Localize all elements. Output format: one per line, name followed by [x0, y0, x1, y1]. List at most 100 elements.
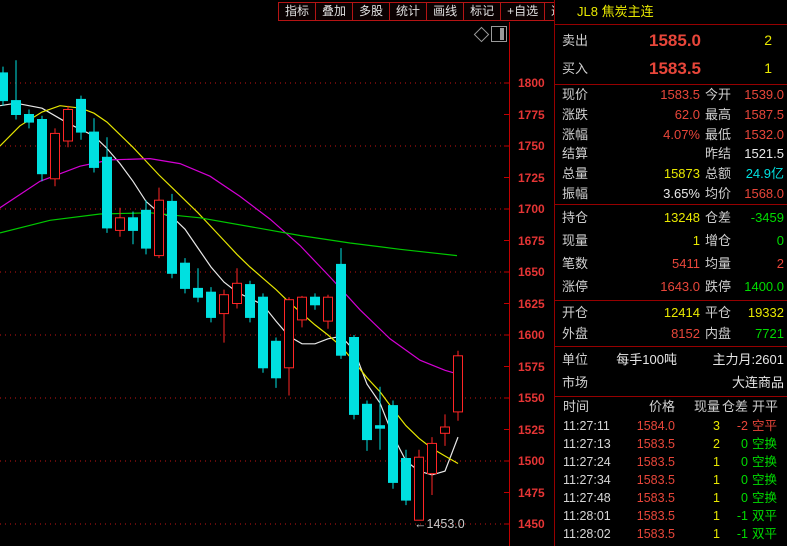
candle-body — [427, 442, 437, 475]
candle-body — [349, 337, 359, 415]
candle-body — [102, 156, 112, 229]
tick-header: 价格 — [648, 399, 675, 414]
tick-list: 时间 价格 现量 仓差 开平 11:27:11 1584.0 3 -2 空平 11:27:13 158… — [555, 396, 787, 543]
value: 8152 — [671, 326, 700, 341]
value: 13248 — [663, 210, 700, 225]
bid-row: 买入 1583.5 1 — [555, 55, 787, 82]
label: 涨停 — [562, 279, 589, 294]
toolbar-button-2[interactable]: 叠加 — [315, 2, 354, 21]
tick-position-change: -2 — [736, 419, 748, 433]
tick-row: 11:28:02 1583.5 1 -1 双平 — [555, 525, 787, 543]
value: 12414 — [663, 305, 700, 320]
toolbar-button-5[interactable]: 画线 — [426, 2, 465, 21]
tick-direction: 双平 — [752, 527, 778, 541]
candle-body — [0, 72, 8, 102]
tick-volume: 2 — [713, 437, 720, 451]
quote-row: 开仓 12414 平仓 19332 — [555, 303, 787, 322]
open-close-section: 开仓 12414 平仓 19332 外盘 8152 内盘 7721 — [555, 302, 787, 344]
candle-body — [258, 296, 268, 369]
axis-label: 1700 — [518, 202, 545, 216]
candle-body — [193, 287, 203, 298]
tick-position-change: -1 — [736, 527, 748, 541]
label: 市场 — [562, 375, 589, 390]
candle-body — [232, 282, 242, 304]
label: 最低 — [705, 126, 732, 142]
quote-row: 结算 昨结 1521.5 — [555, 144, 787, 163]
toolbar-button-3[interactable]: 多股 — [352, 2, 391, 21]
value: 每手100吨 — [616, 352, 677, 367]
tick-row: 11:27:24 1583.5 1 0 空换 — [555, 453, 787, 471]
divider — [555, 204, 787, 205]
tick-row: 11:27:34 1583.5 1 0 空换 — [555, 471, 787, 489]
axis-label: 1575 — [518, 359, 545, 374]
candle-body — [24, 114, 34, 123]
tick-header: 时间 — [563, 399, 590, 414]
quote-panel: JL8 焦炭主连 卖出 1585.0 2 买入 1583.5 1 现价 1583.5 今开 15… — [555, 0, 787, 546]
tick-row: 11:27:48 1583.5 1 0 空换 — [555, 489, 787, 507]
candle-body — [336, 263, 346, 356]
candle-body — [219, 294, 229, 315]
candle-body — [453, 355, 463, 413]
label: 开仓 — [562, 305, 589, 320]
axis-label: 1750 — [518, 139, 545, 153]
tick-time: 11:28:02 — [563, 527, 611, 541]
toolbar-button-7[interactable]: +自选 — [500, 2, 546, 21]
candle-body — [401, 458, 411, 501]
candle-body — [271, 340, 281, 379]
label: 均量 — [705, 256, 732, 271]
tick-price: 1584.0 — [636, 419, 675, 433]
futures-trading-app: { "palette": { "background": "#000000", … — [0, 0, 787, 546]
volume: 1 — [764, 59, 772, 76]
value: 7721 — [755, 326, 784, 341]
quote-row: 笔数 5411 均量 2 — [555, 254, 787, 273]
value: 1568.0 — [744, 185, 784, 201]
axis-label: 1550 — [518, 391, 545, 405]
toolbar-button-6[interactable]: 标记 — [463, 2, 502, 21]
label: 今开 — [705, 87, 732, 103]
tick-header: 开平 — [752, 399, 779, 414]
tick-volume: 1 — [713, 491, 720, 505]
tick-price: 1583.5 — [636, 473, 675, 487]
kline-chart[interactable]: ←1453.0 — [0, 22, 509, 546]
value: 大连商品 — [731, 375, 784, 390]
tick-header: 现量 — [693, 399, 720, 414]
tick-direction: 双平 — [752, 509, 778, 523]
value: 24.9亿 — [745, 165, 784, 181]
tick-header: 仓差 — [721, 399, 748, 414]
info-row: 市场 大连商品 — [555, 373, 787, 392]
tick-price: 1583.5 — [636, 437, 675, 451]
candle-body — [50, 132, 60, 180]
label: 现量 — [562, 233, 589, 248]
quote-row: 涨跌 62.0 最高 1587.5 — [555, 105, 787, 124]
label: 平仓 — [705, 305, 732, 320]
value: 1583.5 — [660, 87, 700, 103]
tick-price: 1583.5 — [636, 455, 675, 469]
candle-body — [375, 425, 385, 429]
candle-body — [63, 109, 73, 142]
candle-body — [76, 98, 86, 133]
toolbar-button-4[interactable]: 统计 — [389, 2, 428, 21]
axis-label: 1500 — [518, 454, 545, 468]
value: 0 — [776, 233, 784, 248]
tick-time: 11:27:34 — [563, 473, 611, 487]
tick-direction: 空平 — [752, 419, 778, 433]
axis-label: 1800 — [518, 76, 545, 90]
value: 62.0 — [674, 106, 700, 122]
candle-body — [362, 403, 372, 441]
label: 涨跌 — [562, 106, 589, 122]
label: 涨幅 — [562, 126, 589, 142]
divider — [555, 300, 787, 301]
label: 外盘 — [562, 326, 589, 341]
panel-toggle-icon[interactable] — [491, 26, 507, 42]
divider — [555, 346, 787, 347]
value: 5411 — [672, 256, 700, 271]
label: 卖出 — [562, 32, 589, 48]
candle-body — [154, 199, 164, 257]
tick-time: 11:27:24 — [563, 455, 611, 469]
kline-chart-area[interactable]: ←1453.0 — [0, 22, 509, 546]
label: 振幅 — [562, 185, 589, 201]
quote-row: 外盘 8152 内盘 7721 — [555, 324, 787, 343]
toolbar-button-1[interactable]: 指标 — [278, 2, 317, 21]
ma-line-green — [0, 212, 458, 257]
price: 1583.5 — [649, 58, 701, 78]
